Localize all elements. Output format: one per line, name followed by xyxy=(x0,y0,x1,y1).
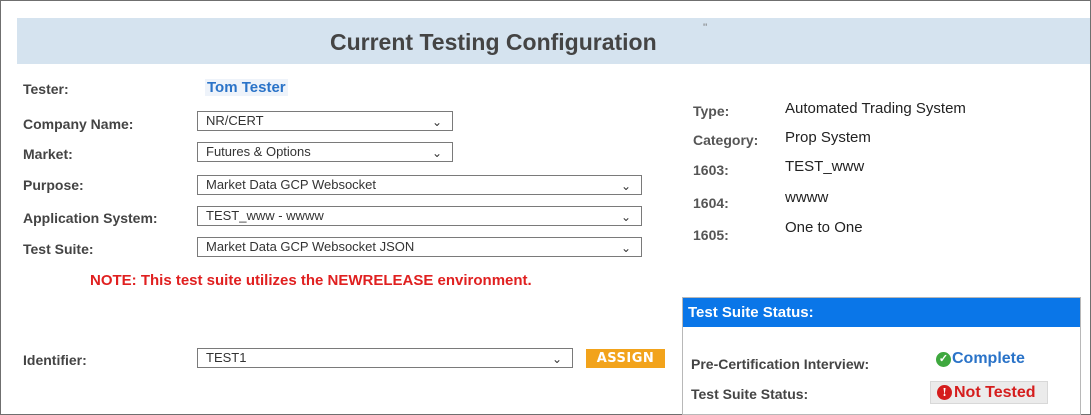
chevron-down-icon: ⌄ xyxy=(551,352,562,366)
market-select[interactable]: Futures & Options ⌄ xyxy=(197,142,453,162)
type-value: Automated Trading System xyxy=(785,100,966,117)
test-suite-select-value: Market Data GCP Websocket JSON xyxy=(206,239,415,254)
assign-button[interactable]: ASSIGN xyxy=(586,349,665,368)
identifier-select-value: TEST1 xyxy=(206,350,247,365)
type-label: Type: xyxy=(693,103,730,119)
field-1605-value: One to One xyxy=(785,219,863,236)
chevron-down-icon: ⌄ xyxy=(620,241,631,255)
company-select[interactable]: NR/CERT ⌄ xyxy=(197,111,453,131)
test-suite-select[interactable]: Market Data GCP Websocket JSON ⌄ xyxy=(197,237,642,257)
market-label: Market: xyxy=(23,146,73,162)
suite-status-badge: ! Not Tested xyxy=(930,381,1048,404)
chevron-down-icon: ⌄ xyxy=(620,210,631,224)
market-select-value: Futures & Options xyxy=(206,144,311,159)
purpose-select-value: Market Data GCP Websocket xyxy=(206,177,377,192)
interview-status-text: Complete xyxy=(952,350,1025,367)
identifier-select[interactable]: TEST1 ⌄ xyxy=(197,348,573,368)
company-select-value: NR/CERT xyxy=(206,113,264,128)
suite-status-text: Not Tested xyxy=(954,384,1036,401)
chevron-down-icon: ⌄ xyxy=(431,115,442,129)
status-panel-heading: Test Suite Status: xyxy=(683,298,1080,327)
field-1603-value: TEST_www xyxy=(785,158,865,175)
application-system-select[interactable]: TEST_www - wwww ⌄ xyxy=(197,206,642,226)
interview-label: Pre-Certification Interview: xyxy=(691,356,870,372)
purpose-label: Purpose: xyxy=(23,177,84,193)
application-system-select-value: TEST_www - wwww xyxy=(206,208,324,223)
check-circle-icon: ✓ xyxy=(936,352,951,367)
field-1604-label: 1604: xyxy=(693,195,729,211)
chevron-down-icon: ⌄ xyxy=(620,179,631,193)
environment-note: NOTE: This test suite utilizes the NEWRE… xyxy=(90,272,532,289)
tester-label: Tester: xyxy=(23,81,69,97)
field-1605-label: 1605: xyxy=(693,227,729,243)
exclamation-circle-icon: ! xyxy=(937,385,952,400)
field-1603-label: 1603: xyxy=(693,162,729,178)
page-title: Current Testing Configuration xyxy=(330,29,657,55)
category-label: Category: xyxy=(693,132,759,148)
identifier-label: Identifier: xyxy=(23,352,87,368)
category-value: Prop System xyxy=(785,129,871,146)
suite-status-label: Test Suite Status: xyxy=(691,386,809,402)
tester-name-link[interactable]: Tom Tester xyxy=(205,79,288,96)
field-1604-value: wwww xyxy=(785,189,829,206)
purpose-select[interactable]: Market Data GCP Websocket ⌄ xyxy=(197,175,642,195)
application-system-label: Application System: xyxy=(23,210,158,226)
header-mark: '' xyxy=(703,22,708,34)
company-label: Company Name: xyxy=(23,116,134,132)
chevron-down-icon: ⌄ xyxy=(431,146,442,160)
interview-status: ✓ Complete xyxy=(936,350,1025,368)
test-suite-label: Test Suite: xyxy=(23,241,94,257)
